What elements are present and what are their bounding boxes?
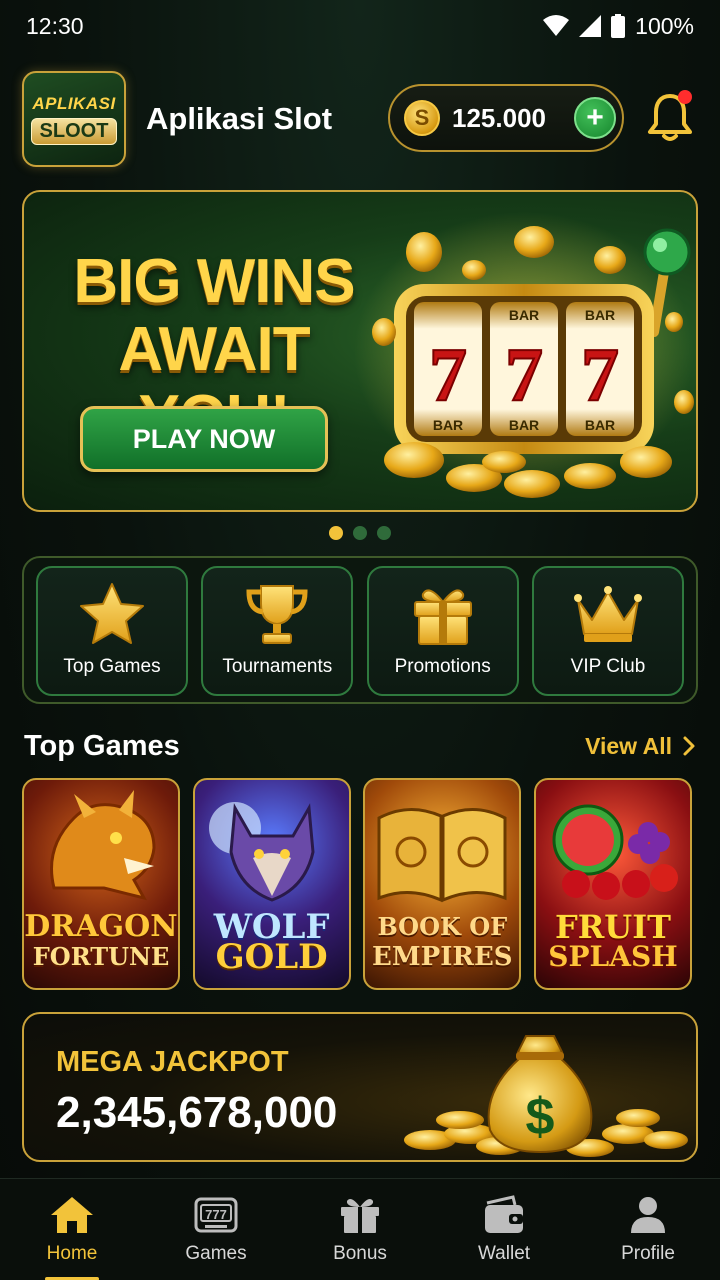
wallet-icon [485,1195,523,1233]
game-title-line1: BOOK OF [377,912,508,941]
crown-icon [573,586,642,642]
quick-link-tournaments[interactable]: Tournaments [201,566,354,696]
reel-bottom-bar-1: BAR [433,417,463,433]
game-card-book-of-empires[interactable]: BOOK OF EMPIRES [363,778,522,990]
view-all-link[interactable]: View All [585,733,696,760]
money-bag-icon: $ [404,1035,688,1157]
carousel-dot-1[interactable] [329,526,343,540]
game-title-line2: FORTUNE [32,942,170,971]
profile-icon [631,1197,665,1233]
status-icons: 100% [543,13,694,40]
game-card-dragon-fortune[interactable]: DRAGON FORTUNE [22,778,180,990]
reel-top-bar-1: BAR [509,307,539,323]
app-logo[interactable]: APLIKASI SLOOT [22,71,126,167]
balance-value: 125.000 [452,102,546,133]
carousel-indicator [0,526,720,540]
notification-dot [678,90,692,104]
section-title: Top Games [24,729,180,762]
mega-jackpot-card[interactable]: MEGA JACKPOT 2,345,678,000 $ [22,1012,698,1162]
nav-label: Wallet [477,1243,531,1264]
star-icon [80,583,144,644]
status-bar: 12:30 100% [0,0,720,52]
game-title-line2: EMPIRES [372,942,513,972]
quick-link-label: Tournaments [222,656,333,677]
quick-links-panel: Top Games Tournaments Promotions VIP Clu… [22,556,698,704]
nav-label: Bonus [333,1243,387,1264]
game-card-wolf-gold[interactable]: WOLF GOLD [192,778,351,990]
book-artwork [377,807,507,903]
gift-icon [341,1199,379,1233]
reel-seven-2: 7 [505,333,543,417]
bag-symbol: $ [526,1088,555,1146]
top-games-header: Top Games View All [24,726,696,766]
slot-machine-illustration: BAR BAR 7 7 7 BAR BAR BAR [354,212,694,498]
game-title-line2: SPLASH [548,940,678,973]
slot-machine-icon: 777 [194,1197,238,1233]
game-title: FRUIT SPLASH [548,908,678,973]
nav-profile[interactable]: Profile [588,1195,708,1280]
app-title: Aplikasi Slot [146,101,333,136]
gift-icon [413,589,472,645]
nav-label: Profile [621,1243,675,1264]
carousel-dot-2[interactable] [353,526,367,540]
add-coins-button[interactable]: + [574,97,616,139]
quick-link-label: Top Games [63,656,161,677]
reel-bottom-bar-3: BAR [585,417,615,433]
logo-text-bottom: SLOOT [30,117,118,145]
reel-seven-1: 7 [429,333,467,417]
carousel-dot-3[interactable] [377,526,391,540]
quick-link-top-games[interactable]: Top Games [36,566,188,696]
coin-balance[interactable]: S 125.000 + [388,84,624,152]
logo-text-top: APLIKASI [32,93,116,113]
game-title: WOLF GOLD [214,910,330,977]
nav-wallet[interactable]: Wallet [444,1195,564,1280]
game-title-line2: GOLD [215,937,328,977]
battery-icon [611,14,626,38]
battery-level: 100% [635,12,694,39]
nav-games[interactable]: 777 Games [156,1195,276,1280]
trophy-icon [246,585,308,644]
jackpot-label: MEGA JACKPOT [56,1046,289,1078]
app-header: APLIKASI SLOOT Aplikasi Slot S 125.000 + [22,70,698,168]
notifications-button[interactable] [646,90,694,142]
reel-top-bar-2: BAR [585,307,615,323]
fruit-artwork [552,804,678,900]
nav-label: Games [185,1243,247,1264]
quick-link-promotions[interactable]: Promotions [366,566,519,696]
chevron-right-icon [683,736,695,756]
view-all-label: View All [585,732,672,759]
quick-link-label: Promotions [394,656,491,677]
wolf-artwork [208,802,315,902]
banner-headline-line1: BIG WINS [73,247,355,316]
game-card-fruit-splash[interactable]: FRUIT SPLASH [533,778,692,990]
home-icon [51,1197,93,1233]
jackpot-value: 2,345,678,000 [56,1088,338,1137]
nav-home[interactable]: Home [12,1195,132,1280]
bottom-navigation: Home 777 Games Bonus Wallet Profile [0,1178,720,1280]
game-title: DRAGON FORTUNE [24,912,177,972]
quick-link-label: VIP Club [570,656,646,677]
reel-bottom-bar-2: BAR [509,417,539,433]
play-now-button[interactable]: PLAY NOW [80,406,328,472]
signal-icon [579,15,602,37]
status-time: 12:30 [26,12,84,39]
reel-seven-3: 7 [581,333,619,417]
svg-text:777: 777 [205,1207,227,1222]
nav-label: Home [46,1243,98,1264]
quick-link-vip-club[interactable]: VIP Club [531,566,684,696]
nav-bonus[interactable]: Bonus [300,1195,420,1280]
game-title: BOOK OF EMPIRES [372,912,513,972]
game-title-line1: DRAGON [24,909,178,944]
coin-icon: S [404,100,440,136]
game-title-line1: FRUIT [554,908,671,946]
wifi-icon [543,15,570,36]
promo-banner[interactable]: BIG WINS AWAIT YOU! PLAY NOW [22,190,698,512]
top-games-list: DRAGON FORTUNE WOLF GOLD BOOK OF EMPIRES [22,778,692,990]
dragon-artwork [50,790,156,901]
